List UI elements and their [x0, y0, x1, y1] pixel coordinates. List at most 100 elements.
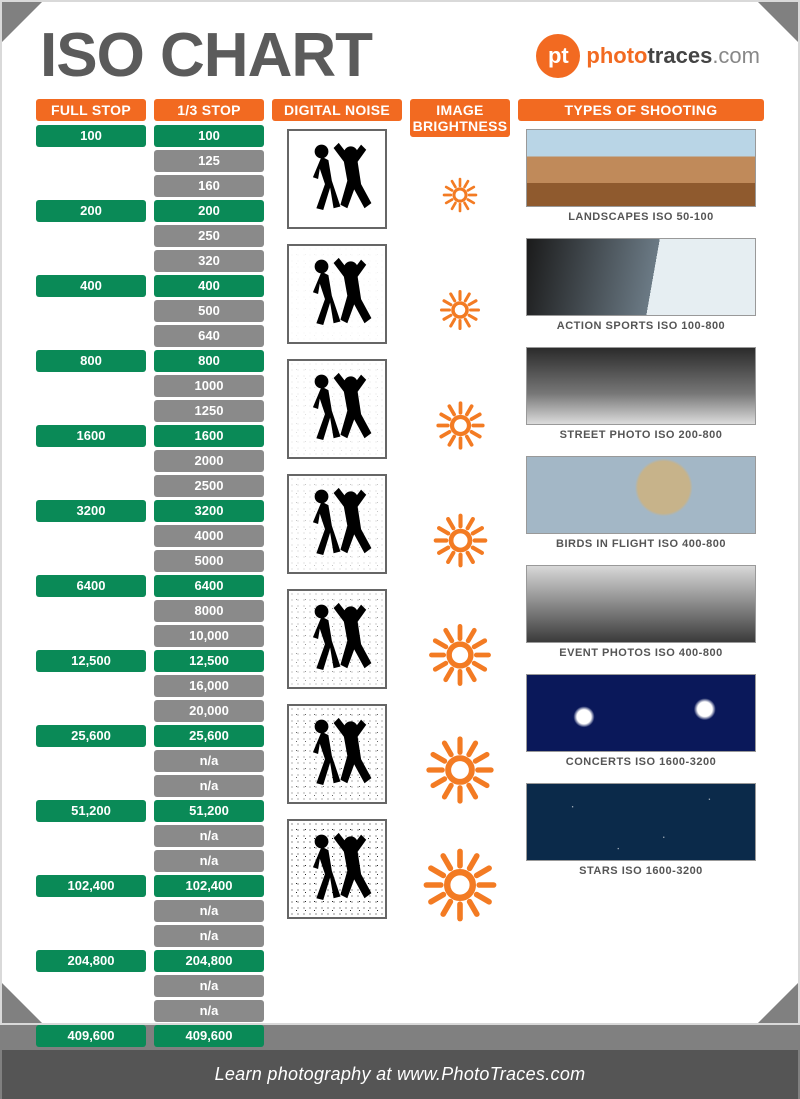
brightness-sun-icon [420, 375, 500, 475]
shooting-type-image [526, 238, 756, 316]
shooting-type-image [526, 674, 756, 752]
spacer [36, 475, 146, 497]
column-full-stop: FULL STOP 10020040080016003200640012,500… [36, 99, 146, 1050]
shooting-type-tile: LANDSCAPES ISO 50-100 [526, 129, 756, 223]
digital-noise-tile [287, 474, 387, 574]
spacer [36, 300, 146, 322]
spacer [36, 600, 146, 622]
digital-noise-tile [287, 704, 387, 804]
header: ISO CHART pt phototraces.com [2, 2, 798, 99]
brightness-sun-icon [420, 720, 500, 820]
full-stop-cell: 400 [36, 275, 146, 297]
spacer [36, 325, 146, 347]
header-types-of-shooting: TYPES OF SHOOTING [518, 99, 764, 121]
shooting-type-tile: EVENT PHOTOS ISO 400-800 [526, 565, 756, 659]
brightness-sun-icon [420, 835, 500, 935]
shooting-type-caption: BIRDS IN FLIGHT ISO 400-800 [556, 538, 726, 550]
digital-noise-tile [287, 819, 387, 919]
third-stop-cell: 640 [154, 325, 264, 347]
spacer [36, 900, 146, 922]
third-stop-cell: 12,500 [154, 650, 264, 672]
third-stop-cell: n/a [154, 900, 264, 922]
third-stop-cell: 8000 [154, 600, 264, 622]
third-stop-cell: 5000 [154, 550, 264, 572]
digital-noise-tile [287, 359, 387, 459]
third-stop-cell: 125 [154, 150, 264, 172]
brand-text-com: .com [712, 43, 760, 68]
third-stop-cell: 10,000 [154, 625, 264, 647]
spacer [36, 675, 146, 697]
third-stop-cell: 409,600 [154, 1025, 264, 1047]
page-title: ISO CHART [40, 20, 372, 91]
shooting-type-caption: ACTION SPORTS ISO 100-800 [557, 320, 725, 332]
full-stop-cell: 800 [36, 350, 146, 372]
shooting-type-image [526, 783, 756, 861]
third-stop-cell: n/a [154, 775, 264, 797]
column-digital-noise: DIGITAL NOISE [272, 99, 402, 1050]
third-stop-cell: 800 [154, 350, 264, 372]
full-stop-cell: 200 [36, 200, 146, 222]
shooting-type-caption: STREET PHOTO ISO 200-800 [560, 429, 723, 441]
header-third-stop: 1/3 STOP [154, 99, 264, 121]
third-stop-cell: 2500 [154, 475, 264, 497]
third-stop-cell: 51,200 [154, 800, 264, 822]
third-stop-cell: 25,600 [154, 725, 264, 747]
column-image-brightness: IMAGE BRIGHTNESS [410, 99, 510, 1050]
third-stop-cell: 500 [154, 300, 264, 322]
third-stop-cell: 250 [154, 225, 264, 247]
third-stop-cell: 6400 [154, 575, 264, 597]
third-stop-cell: n/a [154, 825, 264, 847]
third-stop-cell: 100 [154, 125, 264, 147]
third-stop-cell: n/a [154, 750, 264, 772]
spacer [36, 375, 146, 397]
shooting-type-tile: ACTION SPORTS ISO 100-800 [526, 238, 756, 332]
full-stop-cell: 6400 [36, 575, 146, 597]
brightness-sun-icon [420, 145, 500, 245]
spacer [36, 250, 146, 272]
third-stop-cell: 102,400 [154, 875, 264, 897]
brand-badge-icon: pt [536, 34, 580, 78]
shooting-type-tile: STREET PHOTO ISO 200-800 [526, 347, 756, 441]
spacer [36, 400, 146, 422]
full-stop-cell: 409,600 [36, 1025, 146, 1047]
shooting-type-caption: EVENT PHOTOS ISO 400-800 [559, 647, 722, 659]
third-stop-cell: 2000 [154, 450, 264, 472]
third-stop-cell: n/a [154, 1000, 264, 1022]
spacer [36, 550, 146, 572]
third-stop-cell: 20,000 [154, 700, 264, 722]
shooting-type-tile: CONCERTS ISO 1600-3200 [526, 674, 756, 768]
full-stop-cell: 25,600 [36, 725, 146, 747]
column-third-stop: 1/3 STOP 1001251602002503204005006408001… [154, 99, 264, 1050]
spacer [36, 975, 146, 997]
third-stop-cell: 1000 [154, 375, 264, 397]
shooting-type-image [526, 456, 756, 534]
spacer [36, 525, 146, 547]
brand-text-photo: photo [586, 43, 647, 68]
spacer [36, 175, 146, 197]
spacer [36, 850, 146, 872]
third-stop-cell: 4000 [154, 525, 264, 547]
full-stop-cell: 204,800 [36, 950, 146, 972]
spacer [36, 625, 146, 647]
shooting-type-image [526, 565, 756, 643]
third-stop-cell: 320 [154, 250, 264, 272]
third-stop-cell: 3200 [154, 500, 264, 522]
brightness-sun-icon [420, 260, 500, 360]
shooting-type-image [526, 347, 756, 425]
shooting-type-caption: LANDSCAPES ISO 50-100 [568, 211, 714, 223]
third-stop-cell: n/a [154, 925, 264, 947]
shooting-type-tile: BIRDS IN FLIGHT ISO 400-800 [526, 456, 756, 550]
full-stop-cell: 51,200 [36, 800, 146, 822]
spacer [36, 825, 146, 847]
footer-text: Learn photography at www.PhotoTraces.com [2, 1050, 798, 1099]
digital-noise-tile [287, 244, 387, 344]
third-stop-cell: 204,800 [154, 950, 264, 972]
digital-noise-tile [287, 589, 387, 689]
shooting-type-image [526, 129, 756, 207]
shooting-type-caption: CONCERTS ISO 1600-3200 [566, 756, 716, 768]
spacer [36, 750, 146, 772]
brightness-sun-icon [420, 605, 500, 705]
brand-logo: pt phototraces.com [536, 34, 760, 78]
brand-text-traces: traces [647, 43, 712, 68]
header-image-brightness: IMAGE BRIGHTNESS [410, 99, 510, 137]
